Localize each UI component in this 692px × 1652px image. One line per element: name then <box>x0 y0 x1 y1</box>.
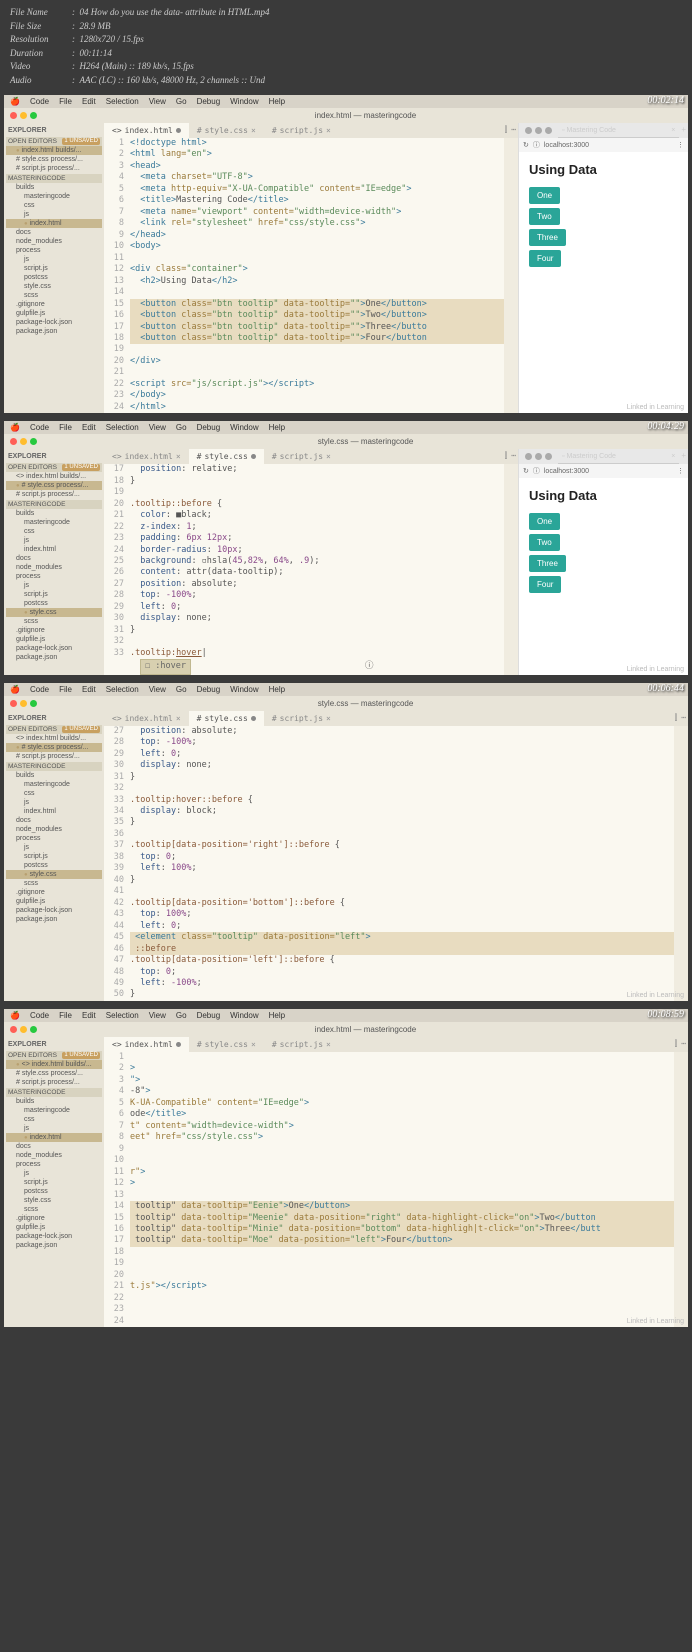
code-content[interactable]: > "> -8"> K-UA-Compatible" content="IE=e… <box>130 1052 674 1327</box>
menu-file[interactable]: File <box>59 97 72 106</box>
menubar: 🍎 CodeFileEditSelectionViewGoDebugWindow… <box>4 683 688 696</box>
sidebar-item[interactable]: node_modules <box>6 237 102 246</box>
explorer-sidebar: EXPLORER OPEN EDITORS1 UNSAVED <> index.… <box>4 711 104 1001</box>
sidebar-item[interactable]: js <box>6 210 102 219</box>
page-heading: Using Data <box>529 162 678 177</box>
explorer-sidebar: EXPLORER OPEN EDITORS1 UNSAVED index.htm… <box>4 123 104 413</box>
sidebar-item[interactable]: .gitignore <box>6 300 102 309</box>
line-gutter: 123456789101112131415161718192021222324 <box>104 138 130 413</box>
window-title: index.html — masteringcode <box>43 108 688 123</box>
tab-index-html[interactable]: <>index.html <box>104 123 189 138</box>
explorer-sidebar: EXPLORER OPEN EDITORS1 UNSAVED <> index.… <box>4 1037 104 1327</box>
tab-index-html[interactable]: <>index.html× <box>104 449 189 464</box>
tab-style-css[interactable]: #style.css <box>189 449 264 464</box>
screenshot-panel-3: 00:06:44 🍎 CodeFileEditSelectionViewGoDe… <box>4 683 688 1001</box>
browser-tab-title[interactable]: Mastering Code <box>566 127 615 134</box>
menu-selection[interactable]: Selection <box>106 97 139 106</box>
traffic-lights[interactable] <box>4 108 43 123</box>
minimap[interactable] <box>504 464 518 674</box>
menu-edit[interactable]: Edit <box>82 97 96 106</box>
menubar: 🍎 CodeFileEditSelectionViewGoDebugWindow… <box>4 1009 688 1022</box>
sidebar-item[interactable]: index.html <box>6 219 102 228</box>
screenshot-panel-1: 00:02:14 🍎 Code File Edit Selection View… <box>4 95 688 413</box>
menu-go[interactable]: Go <box>176 97 187 106</box>
browser-preview: ▫Mastering Code×+ ↻ⓘlocalhost:3000⋮ Usin… <box>518 123 688 413</box>
timestamp: 00:06:44 <box>647 683 684 694</box>
project-section[interactable]: MASTERINGCODE <box>6 174 102 183</box>
sidebar-item[interactable]: scss <box>6 291 102 300</box>
autocomplete-popup[interactable]: ☐ :hover <box>140 659 191 674</box>
sidebar-item[interactable]: script.js <box>6 264 102 273</box>
sidebar-item[interactable]: postcss <box>6 273 102 282</box>
menubar: 🍎 Code File Edit Selection View Go Debug… <box>4 95 688 108</box>
screenshot-panel-4: 00:08:59 🍎 CodeFileEditSelectionViewGoDe… <box>4 1009 688 1327</box>
timestamp: 00:04:29 <box>647 421 684 432</box>
browser-preview: ▫Mastering Code×+ ↻ⓘlocalhost:3000⋮ Usin… <box>518 449 688 674</box>
demo-button[interactable]: Two <box>529 208 560 225</box>
explorer-sidebar: EXPLORER OPEN EDITORS1 UNSAVED <> index.… <box>4 449 104 674</box>
reload-icon[interactable]: ↻ <box>523 141 529 149</box>
url-bar[interactable]: localhost:3000 <box>544 142 589 149</box>
traffic-lights[interactable] <box>4 434 43 449</box>
menu-debug[interactable]: Debug <box>197 97 221 106</box>
sidebar-item[interactable]: masteringcode <box>6 192 102 201</box>
sidebar-item[interactable]: package.json <box>6 327 102 336</box>
line-gutter: 1718192021222324252627282930313233 <box>104 464 130 674</box>
code-content[interactable]: <!doctype html> <html lang="en"> <head> … <box>130 138 504 413</box>
code-editor[interactable]: <>index.html× #style.css #script.js× ⫿⋯ … <box>104 449 518 674</box>
open-editors-section[interactable]: OPEN EDITORS1 UNSAVED <box>6 137 102 146</box>
split-icon[interactable]: ⫿ <box>505 125 508 135</box>
sidebar-item[interactable]: js <box>6 255 102 264</box>
page-icon: ▫ <box>562 127 564 134</box>
tab-script-js[interactable]: #script.js× <box>264 123 339 138</box>
tab-style-css[interactable]: #style.css× <box>189 123 264 138</box>
lock-icon: ⓘ <box>533 140 540 150</box>
code-editor[interactable]: <>index.html #style.css× #script.js× ⫿⋯ … <box>104 123 518 413</box>
demo-button[interactable]: One <box>529 187 560 204</box>
watermark: Linked in Learning <box>627 404 684 411</box>
code-editor[interactable]: <>index.html #style.css× #script.js× ⫿⋯ … <box>104 1037 688 1327</box>
menu-view[interactable]: View <box>149 97 166 106</box>
window-title: style.css — masteringcode <box>43 434 688 449</box>
new-tab-icon[interactable]: + <box>679 123 688 138</box>
code-content[interactable]: position: absolute; top: -100%; left: 0;… <box>130 726 674 1001</box>
minimap[interactable] <box>504 138 518 413</box>
menu-help[interactable]: Help <box>269 97 285 106</box>
sidebar-item[interactable]: gulpfile.js <box>6 309 102 318</box>
sidebar-item[interactable]: # style.css process/... <box>6 155 102 164</box>
more-icon[interactable]: ⋯ <box>511 125 516 135</box>
sidebar-item[interactable]: package-lock.json <box>6 318 102 327</box>
browser-menu-icon[interactable]: ⋮ <box>677 141 684 149</box>
sidebar-item[interactable]: style.css <box>6 282 102 291</box>
file-metadata: File Name: 04 How do you use the data- a… <box>0 0 692 93</box>
tab-script-js[interactable]: #script.js× <box>264 449 339 464</box>
demo-button[interactable]: Four <box>529 250 561 267</box>
code-editor[interactable]: <>index.html× #style.css #script.js× ⫿⋯ … <box>104 711 688 1001</box>
timestamp: 00:08:59 <box>647 1009 684 1020</box>
sidebar-item[interactable]: docs <box>6 228 102 237</box>
sidebar-item[interactable]: index.html builds/... <box>6 146 102 155</box>
menu-window[interactable]: Window <box>230 97 258 106</box>
timestamp: 00:02:14 <box>647 95 684 106</box>
demo-button[interactable]: Three <box>529 229 566 246</box>
menu-code[interactable]: Code <box>30 97 49 106</box>
menubar: 🍎 CodeFileEditSelectionViewGoDebugWindow… <box>4 421 688 434</box>
sidebar-item[interactable]: builds <box>6 183 102 192</box>
apple-icon[interactable]: 🍎 <box>10 423 20 432</box>
apple-icon[interactable]: 🍎 <box>10 97 20 106</box>
sidebar-item[interactable]: process <box>6 246 102 255</box>
sidebar-item[interactable]: css <box>6 201 102 210</box>
code-content[interactable]: position: relative; } .tooltip::before {… <box>130 464 504 674</box>
screenshot-panel-2: 00:04:29 🍎 CodeFileEditSelectionViewGoDe… <box>4 421 688 674</box>
sidebar-item[interactable]: # script.js process/... <box>6 164 102 173</box>
